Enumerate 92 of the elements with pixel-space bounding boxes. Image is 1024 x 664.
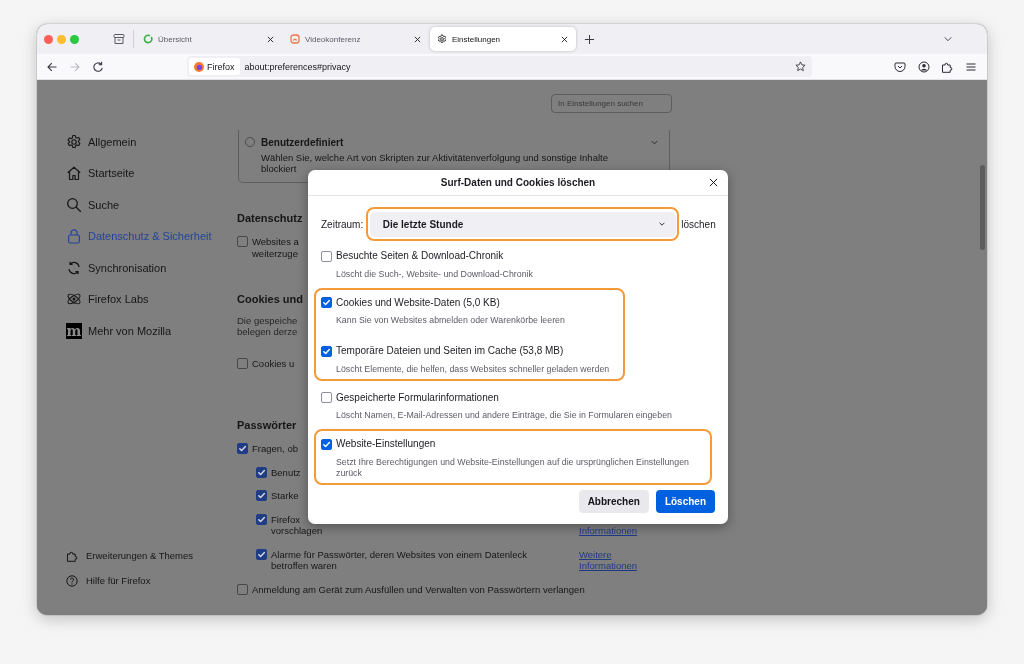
rounded-square-icon xyxy=(290,34,300,44)
gear-icon xyxy=(437,34,447,44)
checkbox-label: betroffen waren xyxy=(271,560,337,572)
logo-tile: m xyxy=(66,322,82,339)
pouch-icon[interactable] xyxy=(894,60,906,73)
menu-icon[interactable] xyxy=(964,60,977,73)
checkbox-label: weiterzuge xyxy=(252,247,298,259)
section-heading: Datenschutz xyxy=(237,211,303,226)
option-description: Setzt Ihre Berechtigungen und Website-Einstellungen auf die ursprünglichen Einstellungen zurück xyxy=(336,456,690,479)
checkbox[interactable] xyxy=(256,490,267,501)
field-label: Zeitraum: xyxy=(321,218,364,230)
checkbox-label: Firefox xyxy=(271,513,301,525)
back-arrow-icon[interactable] xyxy=(46,60,58,73)
checkbox-label: Fragen, ob xyxy=(252,443,298,455)
option-title: Benutzerdefiniert xyxy=(261,136,344,148)
browser-tab[interactable]: Einstellungen xyxy=(430,27,576,51)
browser-tab[interactable]: Übersicht xyxy=(136,27,282,51)
time-range-dropdown[interactable]: Die letzte Stunde xyxy=(369,211,676,237)
checkbox[interactable] xyxy=(237,443,248,454)
checkbox-label: Cookies u xyxy=(252,358,295,370)
sidebar-item[interactable]: Firefox Labs xyxy=(66,283,149,315)
sidebar-link[interactable]: Hilfe für Firefox xyxy=(66,568,151,593)
checkbox[interactable] xyxy=(321,345,332,357)
cancel-button[interactable]: Abbrechen xyxy=(578,490,649,513)
sidebar-item[interactable]: Startseite xyxy=(66,157,135,189)
option-description: Löscht die Such-, Website- und Download-Chronik xyxy=(336,268,533,280)
checkbox[interactable] xyxy=(321,250,332,262)
checkbox[interactable] xyxy=(321,392,332,403)
account-icon[interactable] xyxy=(917,60,930,73)
checkbox[interactable] xyxy=(237,236,248,247)
checkbox[interactable] xyxy=(321,297,332,308)
dialog-title: Surf-Daten und Cookies löschen xyxy=(440,177,596,188)
sidebar-item[interactable]: Synchronisation xyxy=(66,252,167,284)
delete-button[interactable]: Löschen xyxy=(655,490,715,513)
identity-button[interactable]: Firefox xyxy=(189,58,240,75)
checkbox-label: Cookies und Website-Daten (5,0 KB) xyxy=(336,295,500,310)
option-description: Wählen Sie, welche Art von Skripten zur Aktivitätenverfolgung und sonstige Inhalte xyxy=(261,151,608,163)
checkbox-label: Websites a xyxy=(252,236,299,248)
chevron-down-icon xyxy=(657,220,666,228)
section-text: Die gespeiche xyxy=(237,314,298,326)
option-description: Kann Sie von Websites abmelden oder Warenkörbe leeren xyxy=(336,315,565,326)
puzzle-icon xyxy=(66,549,78,562)
option-description: Löscht Elemente, die helfen, dass Websites schneller geladen werden xyxy=(336,363,610,375)
close-icon[interactable] xyxy=(414,35,421,43)
checkbox[interactable] xyxy=(321,438,332,450)
house-icon xyxy=(66,165,82,182)
search-icon xyxy=(66,196,82,213)
sidebar-item[interactable]: Suche xyxy=(66,189,120,221)
logo-icon xyxy=(194,61,204,72)
close-icon[interactable] xyxy=(561,35,568,43)
scrollbar-thumb[interactable] xyxy=(980,165,985,250)
checkbox-label: Starke xyxy=(271,490,299,502)
section-text: belegen derze xyxy=(237,325,298,337)
url-field[interactable]: about:preferences#privacy xyxy=(244,61,795,72)
gear-icon xyxy=(66,133,82,150)
checkbox-label: Anmeldung am Gerät zum Ausfüllen und Verwalten von Passwörtern verlangen xyxy=(252,583,585,595)
chevron-down-icon[interactable] xyxy=(943,34,953,44)
close-icon[interactable] xyxy=(709,178,718,187)
checkbox[interactable] xyxy=(256,513,267,525)
archive-box-icon[interactable] xyxy=(113,33,125,45)
padlock-icon xyxy=(66,228,82,245)
sidebar-item[interactable]: m Mehr von Mozilla xyxy=(66,315,172,347)
plus-icon[interactable] xyxy=(584,33,595,45)
reload-icon[interactable] xyxy=(92,60,104,73)
checkbox[interactable] xyxy=(237,358,248,369)
checkbox-label: Gespeicherte Formularinformationen xyxy=(336,390,499,405)
option-description: Löscht Namen, E-Mail-Adressen und andere Einträge, die Sie in Formularen eingeben xyxy=(336,410,672,421)
section-heading: Passwörter xyxy=(237,417,297,433)
browser-tab[interactable]: Videokonferenz xyxy=(283,27,429,51)
checkbox-label: Benutz xyxy=(271,466,301,478)
help-icon xyxy=(66,574,78,587)
ring-icon xyxy=(143,34,153,44)
section-heading: Cookies und xyxy=(237,291,303,307)
checkbox[interactable] xyxy=(237,583,248,595)
checkbox-label: Besuchte Seiten & Download-Chronik xyxy=(336,249,504,263)
sidebar-link[interactable]: Erweiterungen & Themes xyxy=(66,543,194,568)
checkbox-label: Temporäre Dateien und Seiten im Cache (53,8 MB) xyxy=(336,344,564,358)
option-description: blockiert xyxy=(261,162,297,174)
star-icon[interactable] xyxy=(795,61,806,72)
close-icon[interactable] xyxy=(267,35,274,43)
sync-icon xyxy=(66,259,82,276)
checkbox-label: vorschlagen xyxy=(271,525,323,537)
checkbox[interactable] xyxy=(256,466,267,478)
more-info-link[interactable]: Informationen xyxy=(579,525,638,537)
sidebar-item[interactable]: Allgemein xyxy=(66,126,137,158)
checkbox[interactable] xyxy=(256,548,267,560)
puzzle-icon[interactable] xyxy=(941,60,953,73)
range-suffix-text: löschen xyxy=(681,218,716,230)
close-window-icon[interactable] xyxy=(44,34,53,44)
checkbox-label: Website-Einstellungen xyxy=(336,437,436,451)
checkbox-label: Alarme für Passwörter, deren Websites von einem Datenleck xyxy=(271,548,527,560)
more-info-link[interactable]: Weitere Informationen xyxy=(579,548,638,572)
